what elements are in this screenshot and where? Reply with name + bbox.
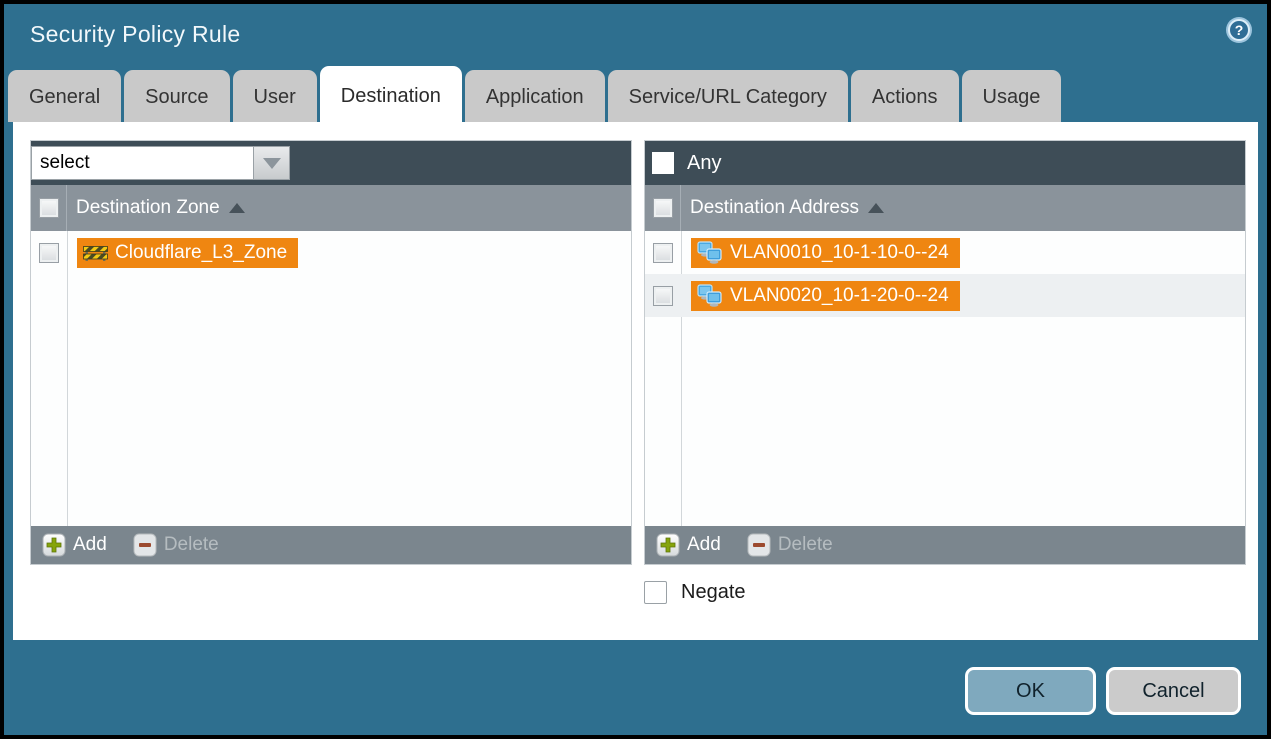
- sort-ascending-icon[interactable]: [229, 203, 245, 213]
- tab-destination[interactable]: Destination: [320, 66, 462, 122]
- delete-icon: [747, 533, 771, 557]
- negate-option: Negate: [644, 581, 746, 604]
- negate-checkbox[interactable]: [644, 581, 667, 604]
- address-panel-header: Any: [645, 141, 1245, 185]
- address-icon: [697, 284, 723, 307]
- zone-item-label: Cloudflare_L3_Zone: [115, 242, 287, 264]
- add-icon: [42, 533, 66, 557]
- help-icon[interactable]: ?: [1225, 16, 1253, 44]
- address-add-button[interactable]: Add: [656, 533, 721, 557]
- address-item-label: VLAN0020_10-1-20-0--24: [730, 285, 949, 307]
- destination-address-panel: Any Destination Address: [644, 140, 1246, 565]
- zone-select-all-checkbox[interactable]: [39, 198, 59, 218]
- zone-select-dropdown-button[interactable]: [253, 146, 290, 180]
- address-delete-button[interactable]: Delete: [747, 533, 833, 557]
- zone-panel-header: [31, 141, 631, 185]
- chevron-down-icon: [263, 158, 281, 169]
- security-policy-rule-dialog: Security Policy Rule ? General Source Us…: [4, 4, 1267, 735]
- delete-button-label: Delete: [164, 534, 219, 556]
- address-item-label: VLAN0010_10-1-10-0--24: [730, 242, 949, 264]
- delete-icon: [133, 533, 157, 557]
- zone-panel-footer: Add Delete: [31, 526, 631, 564]
- add-icon: [656, 533, 680, 557]
- address-item[interactable]: VLAN0010_10-1-10-0--24: [691, 238, 960, 268]
- zone-icon: [83, 243, 108, 262]
- cancel-button[interactable]: Cancel: [1106, 667, 1241, 715]
- tab-content-destination: Destination Zone Cloudf: [13, 122, 1258, 640]
- zone-list: Cloudflare_L3_Zone: [31, 231, 631, 526]
- tab-usage[interactable]: Usage: [962, 70, 1062, 122]
- tab-service-url-category[interactable]: Service/URL Category: [608, 70, 848, 122]
- destination-zone-panel: Destination Zone Cloudf: [30, 140, 632, 565]
- svg-text:?: ?: [1235, 22, 1244, 38]
- sort-ascending-icon[interactable]: [868, 203, 884, 213]
- zone-row-checkbox[interactable]: [39, 243, 59, 263]
- zone-item[interactable]: Cloudflare_L3_Zone: [77, 238, 298, 268]
- tab-general[interactable]: General: [8, 70, 121, 122]
- address-select-all-checkbox[interactable]: [653, 198, 673, 218]
- table-row: VLAN0010_10-1-10-0--24: [645, 231, 1245, 274]
- zone-column-header-row: Destination Zone: [31, 185, 631, 231]
- tab-user[interactable]: User: [233, 70, 317, 122]
- address-icon: [697, 241, 723, 264]
- dialog-titlebar: Security Policy Rule ?: [4, 4, 1267, 66]
- address-row-checkbox[interactable]: [653, 243, 673, 263]
- dialog-title: Security Policy Rule: [30, 21, 241, 48]
- zone-add-button[interactable]: Add: [42, 533, 107, 557]
- tab-actions[interactable]: Actions: [851, 70, 959, 122]
- zone-column-header[interactable]: Destination Zone: [67, 197, 220, 219]
- zone-select-input[interactable]: [31, 146, 253, 180]
- add-button-label: Add: [687, 534, 721, 556]
- address-column-header[interactable]: Destination Address: [681, 197, 859, 219]
- delete-button-label: Delete: [778, 534, 833, 556]
- address-panel-footer: Add Delete: [645, 526, 1245, 564]
- address-list: VLAN0010_10-1-10-0--24: [645, 231, 1245, 526]
- ok-button[interactable]: OK: [965, 667, 1096, 715]
- address-row-checkbox[interactable]: [653, 286, 673, 306]
- tab-source[interactable]: Source: [124, 70, 229, 122]
- tab-application[interactable]: Application: [465, 70, 605, 122]
- zone-delete-button[interactable]: Delete: [133, 533, 219, 557]
- address-item[interactable]: VLAN0020_10-1-20-0--24: [691, 281, 960, 311]
- any-label: Any: [687, 152, 721, 175]
- tab-bar: General Source User Destination Applicat…: [8, 70, 1061, 122]
- add-button-label: Add: [73, 534, 107, 556]
- table-row: Cloudflare_L3_Zone: [31, 231, 631, 274]
- table-row: VLAN0020_10-1-20-0--24: [645, 274, 1245, 317]
- address-column-header-row: Destination Address: [645, 185, 1245, 231]
- negate-label: Negate: [681, 581, 746, 604]
- any-checkbox[interactable]: [652, 152, 674, 174]
